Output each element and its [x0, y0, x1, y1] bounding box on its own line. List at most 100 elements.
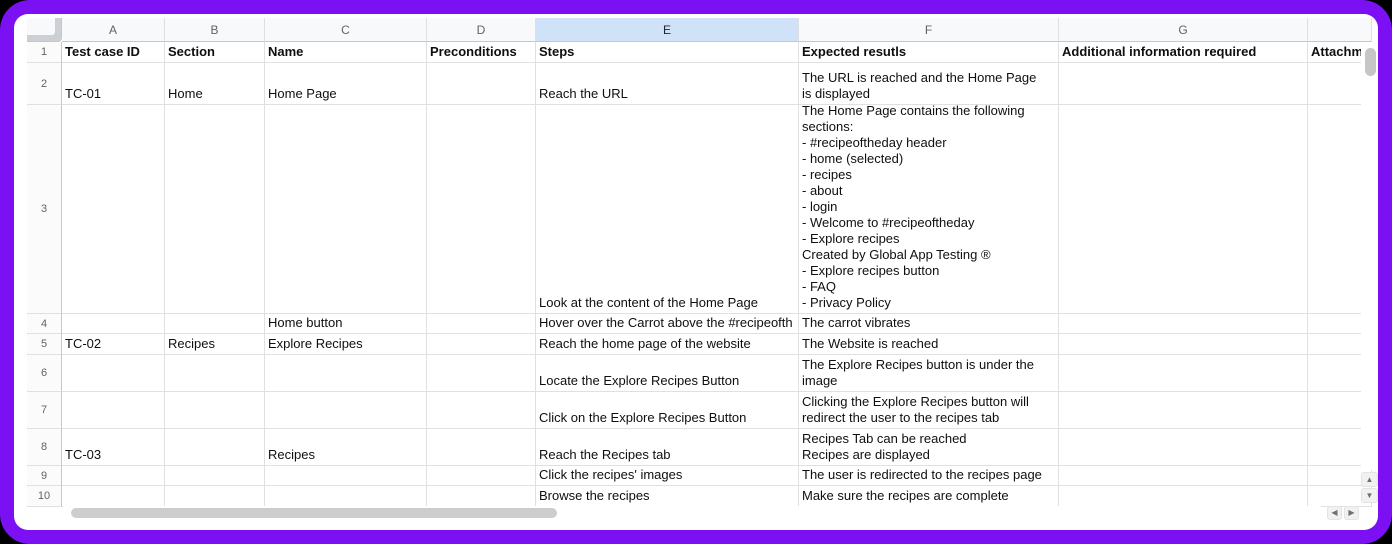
cell-B4[interactable]: [165, 314, 265, 334]
cell-D1[interactable]: Preconditions: [427, 42, 536, 63]
cell-C1[interactable]: Name: [265, 42, 427, 63]
cell-C10[interactable]: [265, 486, 427, 507]
cell-F8[interactable]: Recipes Tab can be reached Recipes are d…: [799, 429, 1059, 466]
cell-D8[interactable]: [427, 429, 536, 466]
cell-C3[interactable]: [265, 105, 427, 314]
cell-G7[interactable]: [1059, 392, 1308, 429]
cell-E6[interactable]: Locate the Explore Recipes Button: [536, 355, 799, 392]
cell-E7[interactable]: Click on the Explore Recipes Button: [536, 392, 799, 429]
horizontal-scrollbar[interactable]: [63, 506, 1321, 520]
select-all-corner[interactable]: [27, 18, 62, 42]
cell-text: The Home Page contains the following sec…: [802, 105, 1025, 311]
cell-B7[interactable]: [165, 392, 265, 429]
row-header-5[interactable]: 5: [27, 334, 62, 355]
column-header-D[interactable]: D: [427, 18, 536, 42]
cell-F10[interactable]: Make sure the recipes are complete: [799, 486, 1059, 507]
column-header-A[interactable]: A: [62, 18, 165, 42]
cell-F6[interactable]: The Explore Recipes button is under the …: [799, 355, 1059, 392]
cell-A3[interactable]: [62, 105, 165, 314]
cell-A8[interactable]: TC-03: [62, 429, 165, 466]
row-header-9[interactable]: 9: [27, 466, 62, 486]
cell-B8[interactable]: [165, 429, 265, 466]
cell-A7[interactable]: [62, 392, 165, 429]
cell-D9[interactable]: [427, 466, 536, 486]
cell-D5[interactable]: [427, 334, 536, 355]
row-header-8[interactable]: 8: [27, 429, 62, 466]
row-header-7[interactable]: 7: [27, 392, 62, 429]
row-header-1[interactable]: 1: [27, 42, 62, 63]
cell-B10[interactable]: [165, 486, 265, 507]
cell-A5[interactable]: TC-02: [62, 334, 165, 355]
column-header-G[interactable]: G: [1059, 18, 1308, 42]
cell-A1[interactable]: Test case ID: [62, 42, 165, 63]
cell-F3[interactable]: The Home Page contains the following sec…: [799, 105, 1059, 314]
cell-E3[interactable]: Look at the content of the Home Page: [536, 105, 799, 314]
cell-G6[interactable]: [1059, 355, 1308, 392]
cell-E5[interactable]: Reach the home page of the website: [536, 334, 799, 355]
cell-E1[interactable]: Steps: [536, 42, 799, 63]
cell-E9[interactable]: Click the recipes' images: [536, 466, 799, 486]
row-header-3[interactable]: 3: [27, 105, 62, 314]
cell-C4[interactable]: Home button: [265, 314, 427, 334]
cell-E2[interactable]: Reach the URL: [536, 63, 799, 105]
table-row-3: 3 Look at the content of the Home PageThe…: [27, 105, 1372, 314]
cell-G4[interactable]: [1059, 314, 1308, 334]
column-header-E[interactable]: E: [536, 18, 799, 42]
cell-B2[interactable]: Home: [165, 63, 265, 105]
row-header-6[interactable]: 6: [27, 355, 62, 392]
cell-C6[interactable]: [265, 355, 427, 392]
cell-G5[interactable]: [1059, 334, 1308, 355]
scroll-left-button[interactable]: ◀: [1327, 506, 1342, 520]
cell-D10[interactable]: [427, 486, 536, 507]
cell-F1[interactable]: Expected resutls: [799, 42, 1059, 63]
cell-G3[interactable]: [1059, 105, 1308, 314]
cell-F5[interactable]: The Website is reached: [799, 334, 1059, 355]
cell-C5[interactable]: Explore Recipes: [265, 334, 427, 355]
cell-D3[interactable]: [427, 105, 536, 314]
column-header-C[interactable]: C: [265, 18, 427, 42]
cell-F2[interactable]: The URL is reached and the Home Page is …: [799, 63, 1059, 105]
row-header-10[interactable]: 10: [27, 486, 62, 507]
row-header-2[interactable]: 2: [27, 63, 62, 105]
cell-B3[interactable]: [165, 105, 265, 314]
cell-G10[interactable]: [1059, 486, 1308, 507]
column-header-B[interactable]: B: [165, 18, 265, 42]
cell-G1[interactable]: Additional information required: [1059, 42, 1308, 63]
cell-G2[interactable]: [1059, 63, 1308, 105]
scroll-down-button[interactable]: ▼: [1361, 488, 1378, 503]
cell-D4[interactable]: [427, 314, 536, 334]
vertical-scrollbar[interactable]: [1361, 42, 1378, 470]
column-header-F[interactable]: F: [799, 18, 1059, 42]
horizontal-scrollbar-thumb[interactable]: [71, 508, 557, 518]
cell-B1[interactable]: Section: [165, 42, 265, 63]
cell-D2[interactable]: [427, 63, 536, 105]
scroll-right-button[interactable]: ▶: [1344, 506, 1359, 520]
column-header-H[interactable]: [1308, 18, 1372, 42]
cell-C9[interactable]: [265, 466, 427, 486]
vertical-scrollbar-thumb[interactable]: [1365, 48, 1376, 76]
cell-F9[interactable]: The user is redirected to the recipes pa…: [799, 466, 1059, 486]
cell-G8[interactable]: [1059, 429, 1308, 466]
cell-text: Additional information required: [1062, 44, 1256, 60]
cell-A10[interactable]: [62, 486, 165, 507]
cell-A6[interactable]: [62, 355, 165, 392]
scroll-up-button[interactable]: ▲: [1361, 472, 1378, 487]
cell-C7[interactable]: [265, 392, 427, 429]
cell-A2[interactable]: TC-01: [62, 63, 165, 105]
cell-E10[interactable]: Browse the recipes: [536, 486, 799, 507]
cell-F7[interactable]: Clicking the Explore Recipes button will…: [799, 392, 1059, 429]
cell-A9[interactable]: [62, 466, 165, 486]
cell-F4[interactable]: The carrot vibrates: [799, 314, 1059, 334]
row-header-4[interactable]: 4: [27, 314, 62, 334]
cell-G9[interactable]: [1059, 466, 1308, 486]
cell-C8[interactable]: Recipes: [265, 429, 427, 466]
cell-B9[interactable]: [165, 466, 265, 486]
cell-E8[interactable]: Reach the Recipes tab: [536, 429, 799, 466]
cell-D7[interactable]: [427, 392, 536, 429]
cell-B5[interactable]: Recipes: [165, 334, 265, 355]
cell-B6[interactable]: [165, 355, 265, 392]
cell-E4[interactable]: Hover over the Carrot above the #recipeo…: [536, 314, 799, 334]
cell-D6[interactable]: [427, 355, 536, 392]
cell-C2[interactable]: Home Page: [265, 63, 427, 105]
cell-A4[interactable]: [62, 314, 165, 334]
